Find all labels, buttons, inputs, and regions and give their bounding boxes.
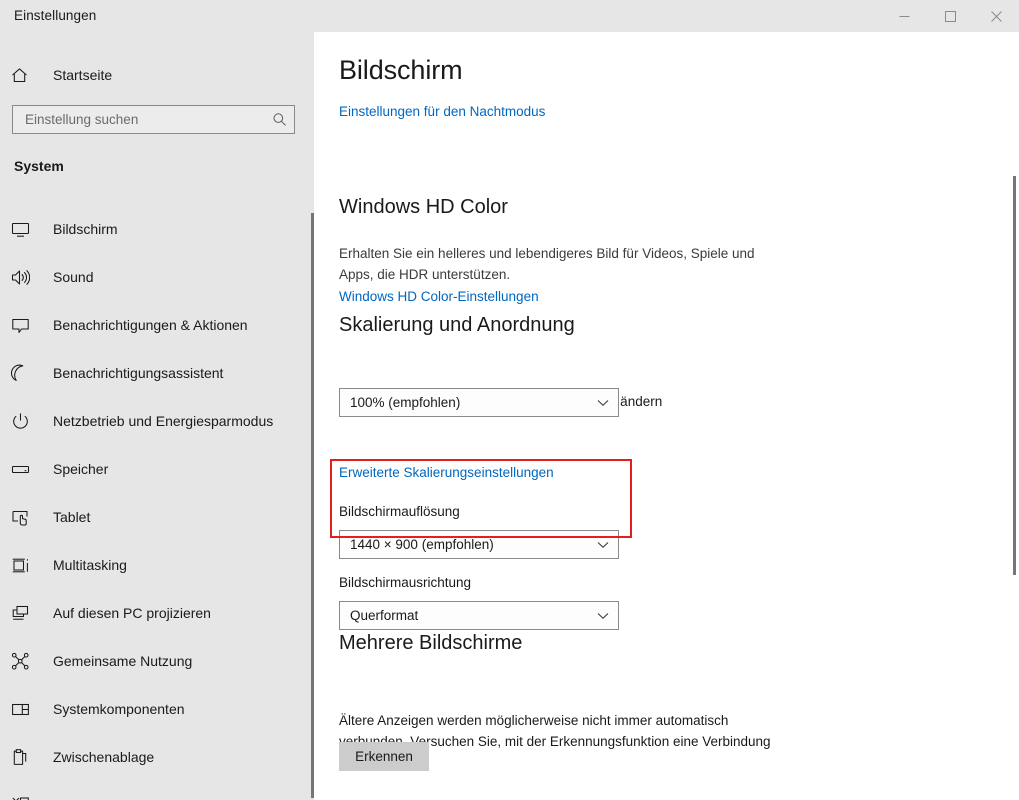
search-icon [264, 112, 294, 127]
resolution-dropdown-value: 1440 × 900 (empfohlen) [350, 537, 494, 552]
sidebar-item-benachrichtigungen[interactable]: Benachrichtigungen & Aktionen [0, 301, 300, 349]
chevron-down-icon [588, 541, 618, 549]
sidebar-item-sound[interactable]: Sound [0, 253, 300, 301]
night-mode-settings-link[interactable]: Einstellungen für den Nachtmodus [339, 104, 545, 119]
maximize-icon [944, 10, 956, 22]
sidebar-item-home[interactable]: Startseite [0, 58, 300, 92]
sidebar-item-netzbetrieb[interactable]: Netzbetrieb und Energiesparmodus [0, 397, 300, 445]
scale-dropdown-value: 100% (empfohlen) [350, 395, 461, 410]
main-content: Bildschirm Einstellungen für den Nachtmo… [314, 32, 1019, 800]
window-controls [881, 0, 1019, 32]
sidebar-item-label: Sound [53, 269, 94, 285]
sidebar-group-header: System [14, 158, 64, 174]
content-scrollbar-thumb[interactable] [1013, 176, 1016, 575]
resolution-dropdown[interactable]: 1440 × 900 (empfohlen) [339, 530, 619, 559]
sidebar-item-label: Multitasking [53, 557, 127, 573]
sidebar-item-bildschirm[interactable]: Bildschirm [0, 205, 300, 253]
remote-desktop-icon [11, 796, 45, 800]
orientation-label: Bildschirmausrichtung [339, 575, 472, 590]
advanced-scaling-link[interactable]: Erweiterte Skalierungseinstellungen [339, 465, 554, 480]
scaling-heading: Skalierung und Anordnung [339, 314, 575, 336]
sidebar-item-label: Tablet [53, 509, 91, 525]
sidebar-item-label: Systemkomponenten [53, 701, 185, 717]
close-button[interactable] [973, 0, 1019, 32]
sidebar: Startseite System Bildschirm [0, 32, 314, 800]
speaker-icon [11, 268, 45, 287]
orientation-dropdown[interactable]: Querformat [339, 601, 619, 630]
resolution-label: Bildschirmauflösung [339, 504, 460, 519]
notification-icon [11, 316, 45, 335]
home-icon [11, 67, 45, 84]
sidebar-item-gemeinsame-nutzung[interactable]: Gemeinsame Nutzung [0, 637, 300, 685]
sidebar-item-label: Speicher [53, 461, 109, 477]
multiple-displays-heading: Mehrere Bildschirme [339, 632, 523, 654]
minimize-button[interactable] [881, 0, 927, 32]
search-input[interactable] [13, 112, 264, 127]
sidebar-item-label: Bildschirm [53, 221, 118, 237]
sidebar-item-label: Netzbetrieb und Energiesparmodus [53, 413, 274, 429]
hd-color-heading: Windows HD Color [339, 196, 508, 218]
sidebar-item-projizieren[interactable]: Auf diesen PC projizieren [0, 589, 300, 637]
hd-color-description: Erhalten Sie ein helleres und lebendiger… [339, 246, 755, 282]
maximize-button[interactable] [927, 0, 973, 32]
share-icon [11, 652, 45, 671]
window-title: Einstellungen [14, 8, 97, 23]
storage-icon [11, 460, 45, 479]
sidebar-item-multitasking[interactable]: Multitasking [0, 541, 300, 589]
monitor-icon [11, 220, 45, 239]
tablet-icon [11, 508, 45, 527]
sidebar-item-label: Auf diesen PC projizieren [53, 605, 211, 621]
sidebar-item-label: Zwischenablage [53, 749, 155, 765]
scale-dropdown[interactable]: 100% (empfohlen) [339, 388, 619, 417]
chevron-down-icon [588, 399, 618, 407]
sidebar-item-home-label: Startseite [53, 67, 113, 83]
chevron-down-icon [588, 612, 618, 620]
sidebar-item-speicher[interactable]: Speicher [0, 445, 300, 493]
detect-button[interactable]: Erkennen [339, 742, 429, 771]
sidebar-item-label: Benachrichtigungsassistent [53, 365, 224, 381]
page-title: Bildschirm [339, 55, 463, 85]
sidebar-item-tablet[interactable]: Tablet [0, 493, 300, 541]
sidebar-item-zwischenablage[interactable]: Zwischenablage [0, 733, 300, 781]
content-scrollbar[interactable] [1005, 32, 1019, 800]
search-box[interactable] [12, 105, 295, 134]
sidebar-item-remotedesktop[interactable]: Remotedesktop [0, 781, 300, 800]
moon-icon [11, 364, 45, 383]
sidebar-nav-list: Bildschirm Sound Benachrichtigungen & Ak… [0, 205, 314, 800]
orientation-dropdown-value: Querformat [350, 608, 419, 623]
hd-color-settings-link[interactable]: Windows HD Color-Einstellungen [339, 289, 539, 304]
power-icon [11, 412, 45, 431]
title-bar: Einstellungen [0, 0, 1019, 32]
components-icon [11, 700, 45, 719]
project-icon [11, 604, 45, 623]
sidebar-item-label: Benachrichtigungen & Aktionen [53, 317, 248, 333]
sidebar-item-benachrichtigungsassistent[interactable]: Benachrichtigungsassistent [0, 349, 300, 397]
close-icon [990, 10, 1002, 22]
sidebar-item-label: Gemeinsame Nutzung [53, 653, 193, 669]
multitasking-icon [11, 556, 45, 575]
clipboard-icon [11, 748, 45, 767]
sidebar-item-systemkomponenten[interactable]: Systemkomponenten [0, 685, 300, 733]
minimize-icon [899, 15, 909, 17]
sidebar-scrollbar[interactable] [300, 32, 314, 800]
